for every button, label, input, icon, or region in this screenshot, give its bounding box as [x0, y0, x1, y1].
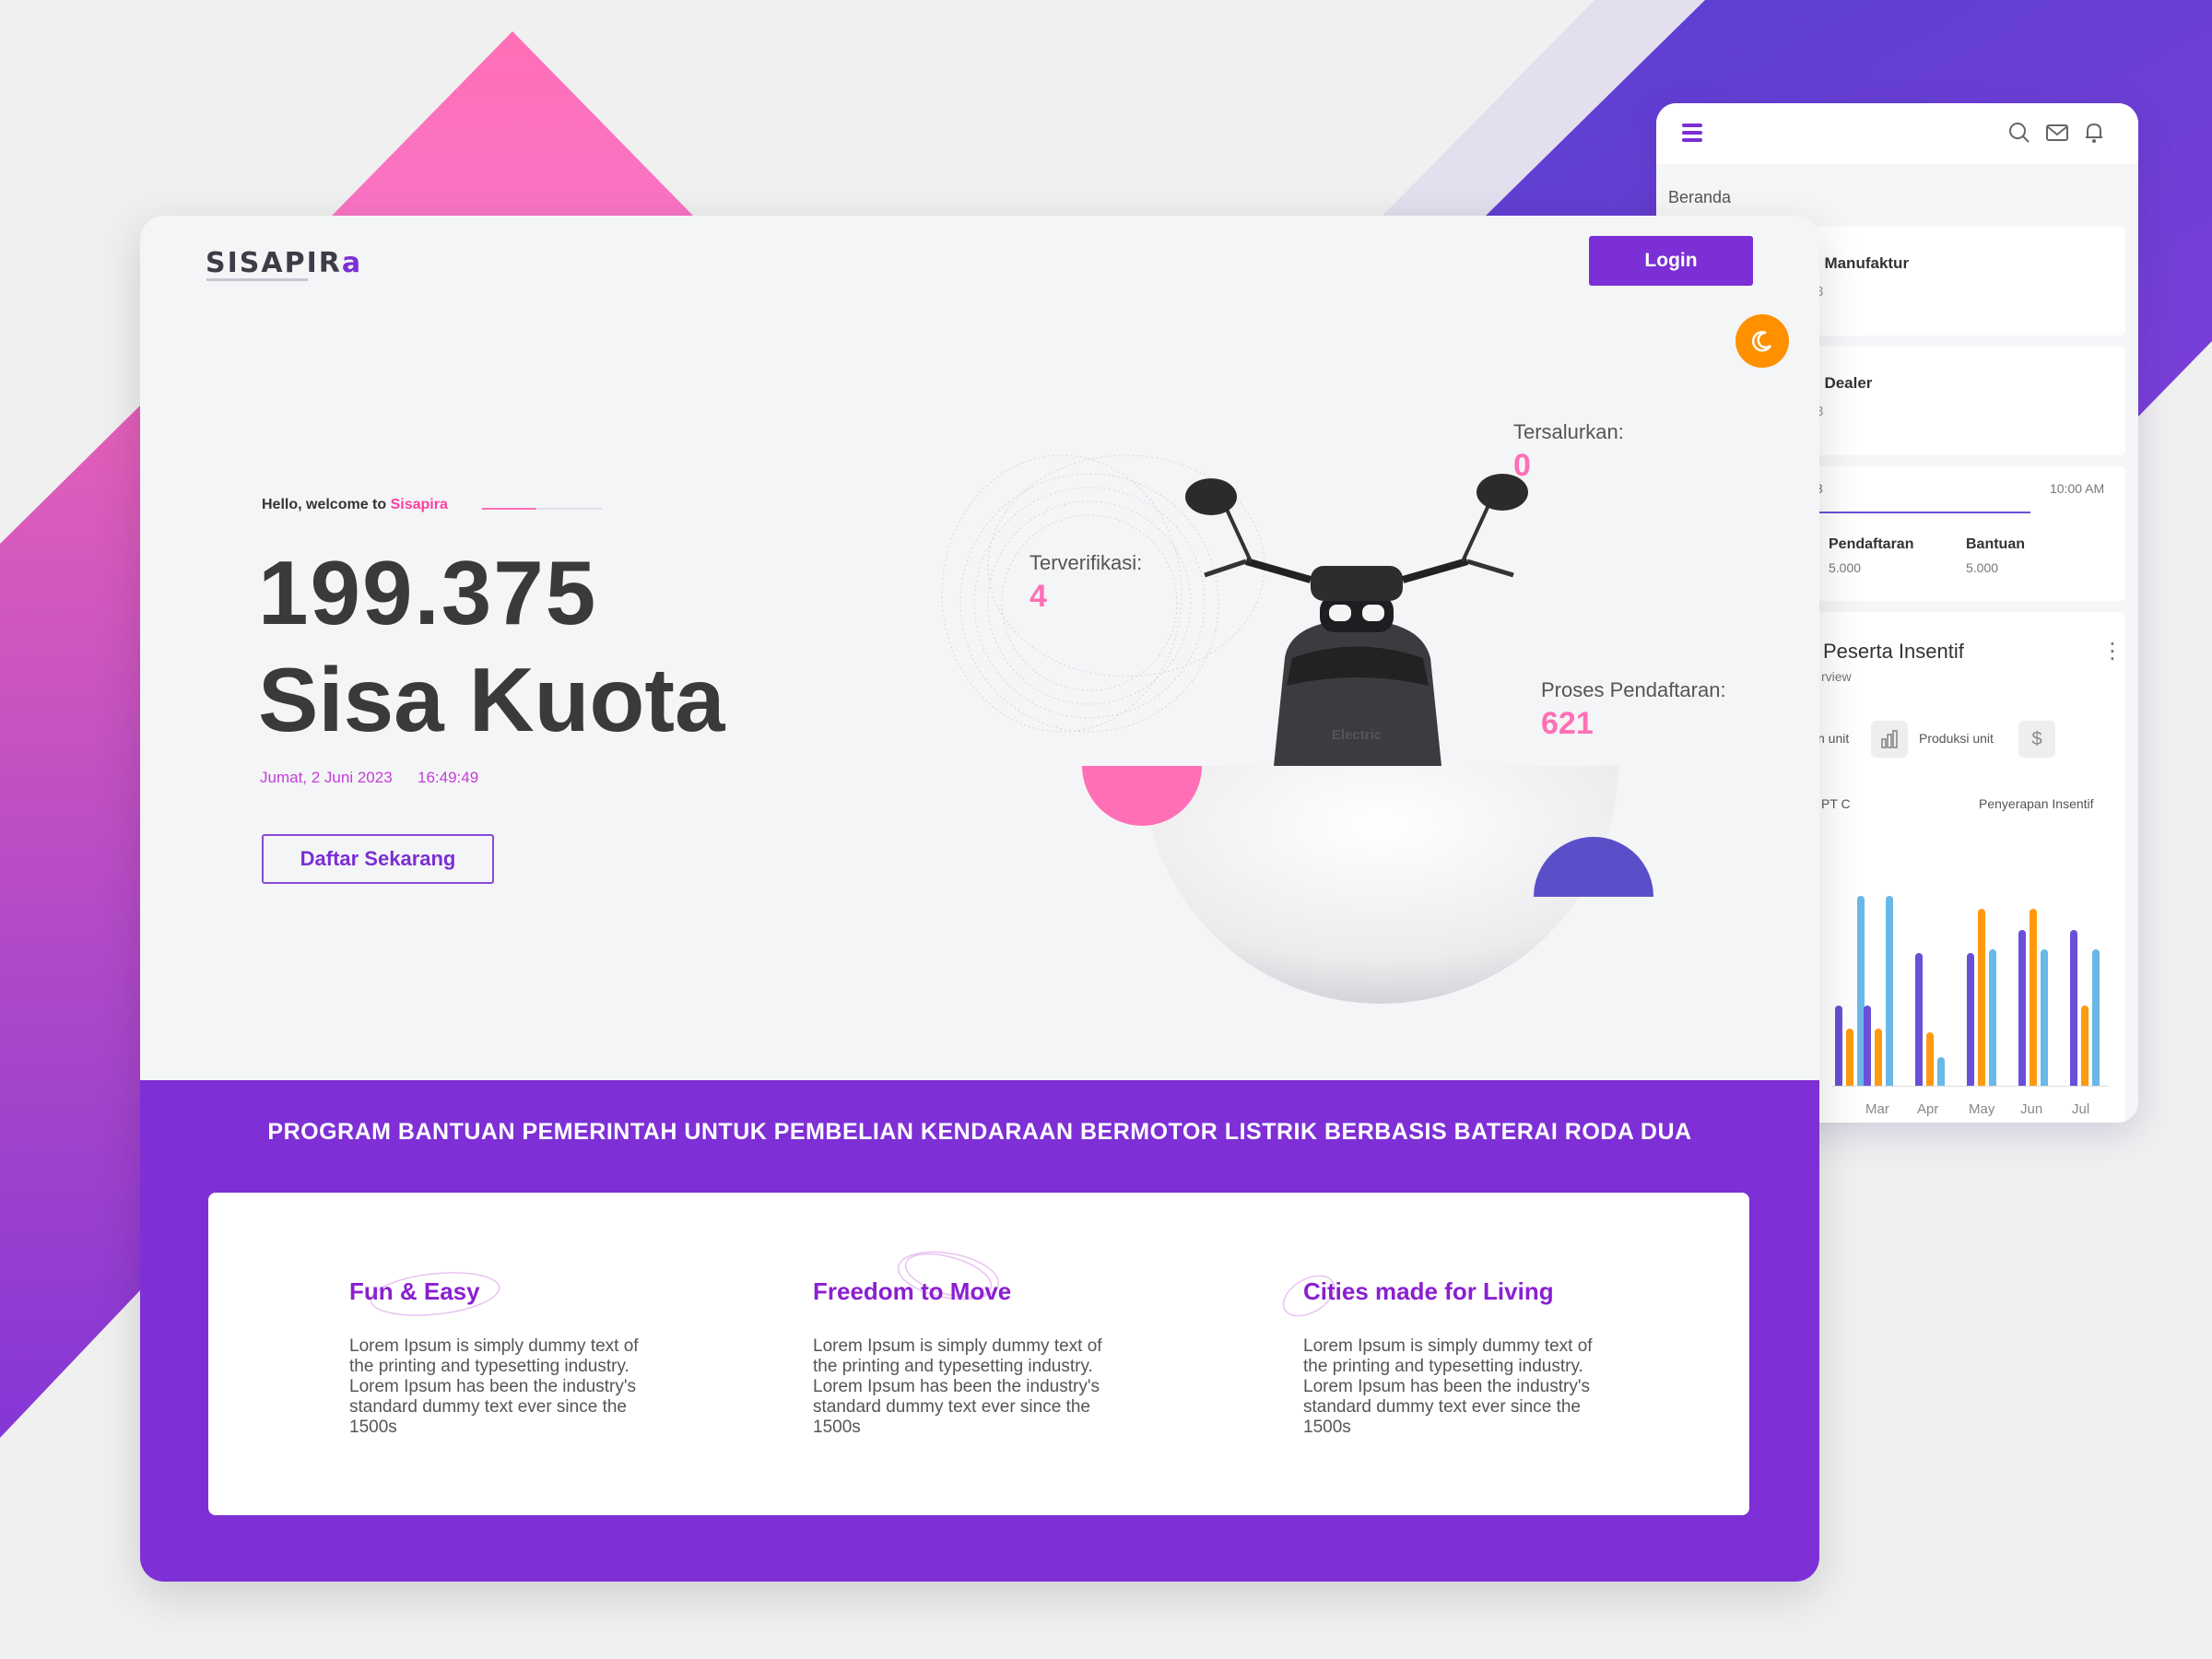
chart-bar	[1915, 952, 1923, 1086]
x-tick-label: Apr	[1917, 1101, 1939, 1117]
summary-progress-line	[1816, 512, 2030, 513]
chart-bar	[2092, 948, 2100, 1086]
breadcrumb: Beranda	[1668, 188, 1732, 206]
chart-bar	[1846, 1029, 1853, 1086]
chart-bar	[1886, 896, 1893, 1086]
bell-icon[interactable]	[2081, 120, 2107, 146]
chart-bar	[2030, 909, 2037, 1086]
chart-bar	[1926, 1032, 1934, 1086]
feature-body: Lorem Ipsum is simply dummy text of the …	[349, 1336, 639, 1437]
mail-icon[interactable]	[2044, 120, 2070, 146]
chart-bar	[1978, 909, 1985, 1086]
filter-produksi-label[interactable]: Produksi unit	[1919, 731, 1994, 746]
chart-bar	[2081, 1006, 2088, 1086]
filter-left-label[interactable]: n unit	[1818, 731, 1849, 746]
chart-title: Peserta Insentif	[1823, 640, 1964, 663]
feature-title: Freedom to Move	[813, 1277, 1012, 1305]
chart-bar	[2018, 930, 2026, 1086]
x-tick-label: Jun	[2020, 1101, 2043, 1117]
search-icon[interactable]	[2006, 120, 2032, 146]
chart-bar	[1864, 1006, 1871, 1086]
more-vertical-icon[interactable]: ⋮	[2101, 638, 2124, 665]
left-gradient-shape	[0, 406, 140, 1438]
card-title: i Dealer	[1816, 374, 1873, 392]
dollar-icon[interactable]: $	[2018, 721, 2055, 758]
chart-bar	[2070, 930, 2077, 1086]
feature-body: Lorem Ipsum is simply dummy text of the …	[813, 1336, 1102, 1437]
x-axis-line	[1831, 1086, 2108, 1087]
pink-triangle	[332, 31, 693, 216]
chart-bar	[1967, 952, 1974, 1086]
chart-subtitle: rview	[1821, 669, 1852, 684]
x-tick-label: Mar	[1865, 1101, 1889, 1117]
x-tick-label: Jul	[2072, 1101, 2090, 1117]
feature-title: Fun & Easy	[349, 1277, 480, 1305]
bantuan-value: 5.000	[1966, 560, 1999, 575]
landing-page: SISAPIRa Login Hello, welcome to Sisapir…	[140, 216, 1819, 1582]
legend-right: Penyerapan Insentif	[1979, 796, 2094, 811]
x-tick-label: May	[1969, 1101, 1995, 1117]
chart-bar	[2041, 948, 2048, 1086]
chart-bar	[1989, 948, 1996, 1086]
feature-title: Cities made for Living	[1303, 1277, 1554, 1305]
feature-body: Lorem Ipsum is simply dummy text of the …	[1303, 1336, 1593, 1437]
chart-bar	[1875, 1029, 1882, 1086]
legend-left: PT C	[1821, 796, 1851, 811]
card-title: i Manufaktur	[1816, 254, 1910, 272]
pendaftaran-value: 5.000	[1829, 560, 1862, 575]
chart-bar	[1937, 1057, 1945, 1086]
bar-chart-icon[interactable]	[1871, 721, 1908, 758]
menu-icon[interactable]	[1682, 122, 1706, 144]
bantuan-label: Bantuan	[1966, 536, 2025, 552]
summary-time: 10:00 AM	[2050, 481, 2105, 496]
chart-bar	[1835, 1006, 1842, 1086]
pendaftaran-label: Pendaftaran	[1829, 536, 1914, 552]
